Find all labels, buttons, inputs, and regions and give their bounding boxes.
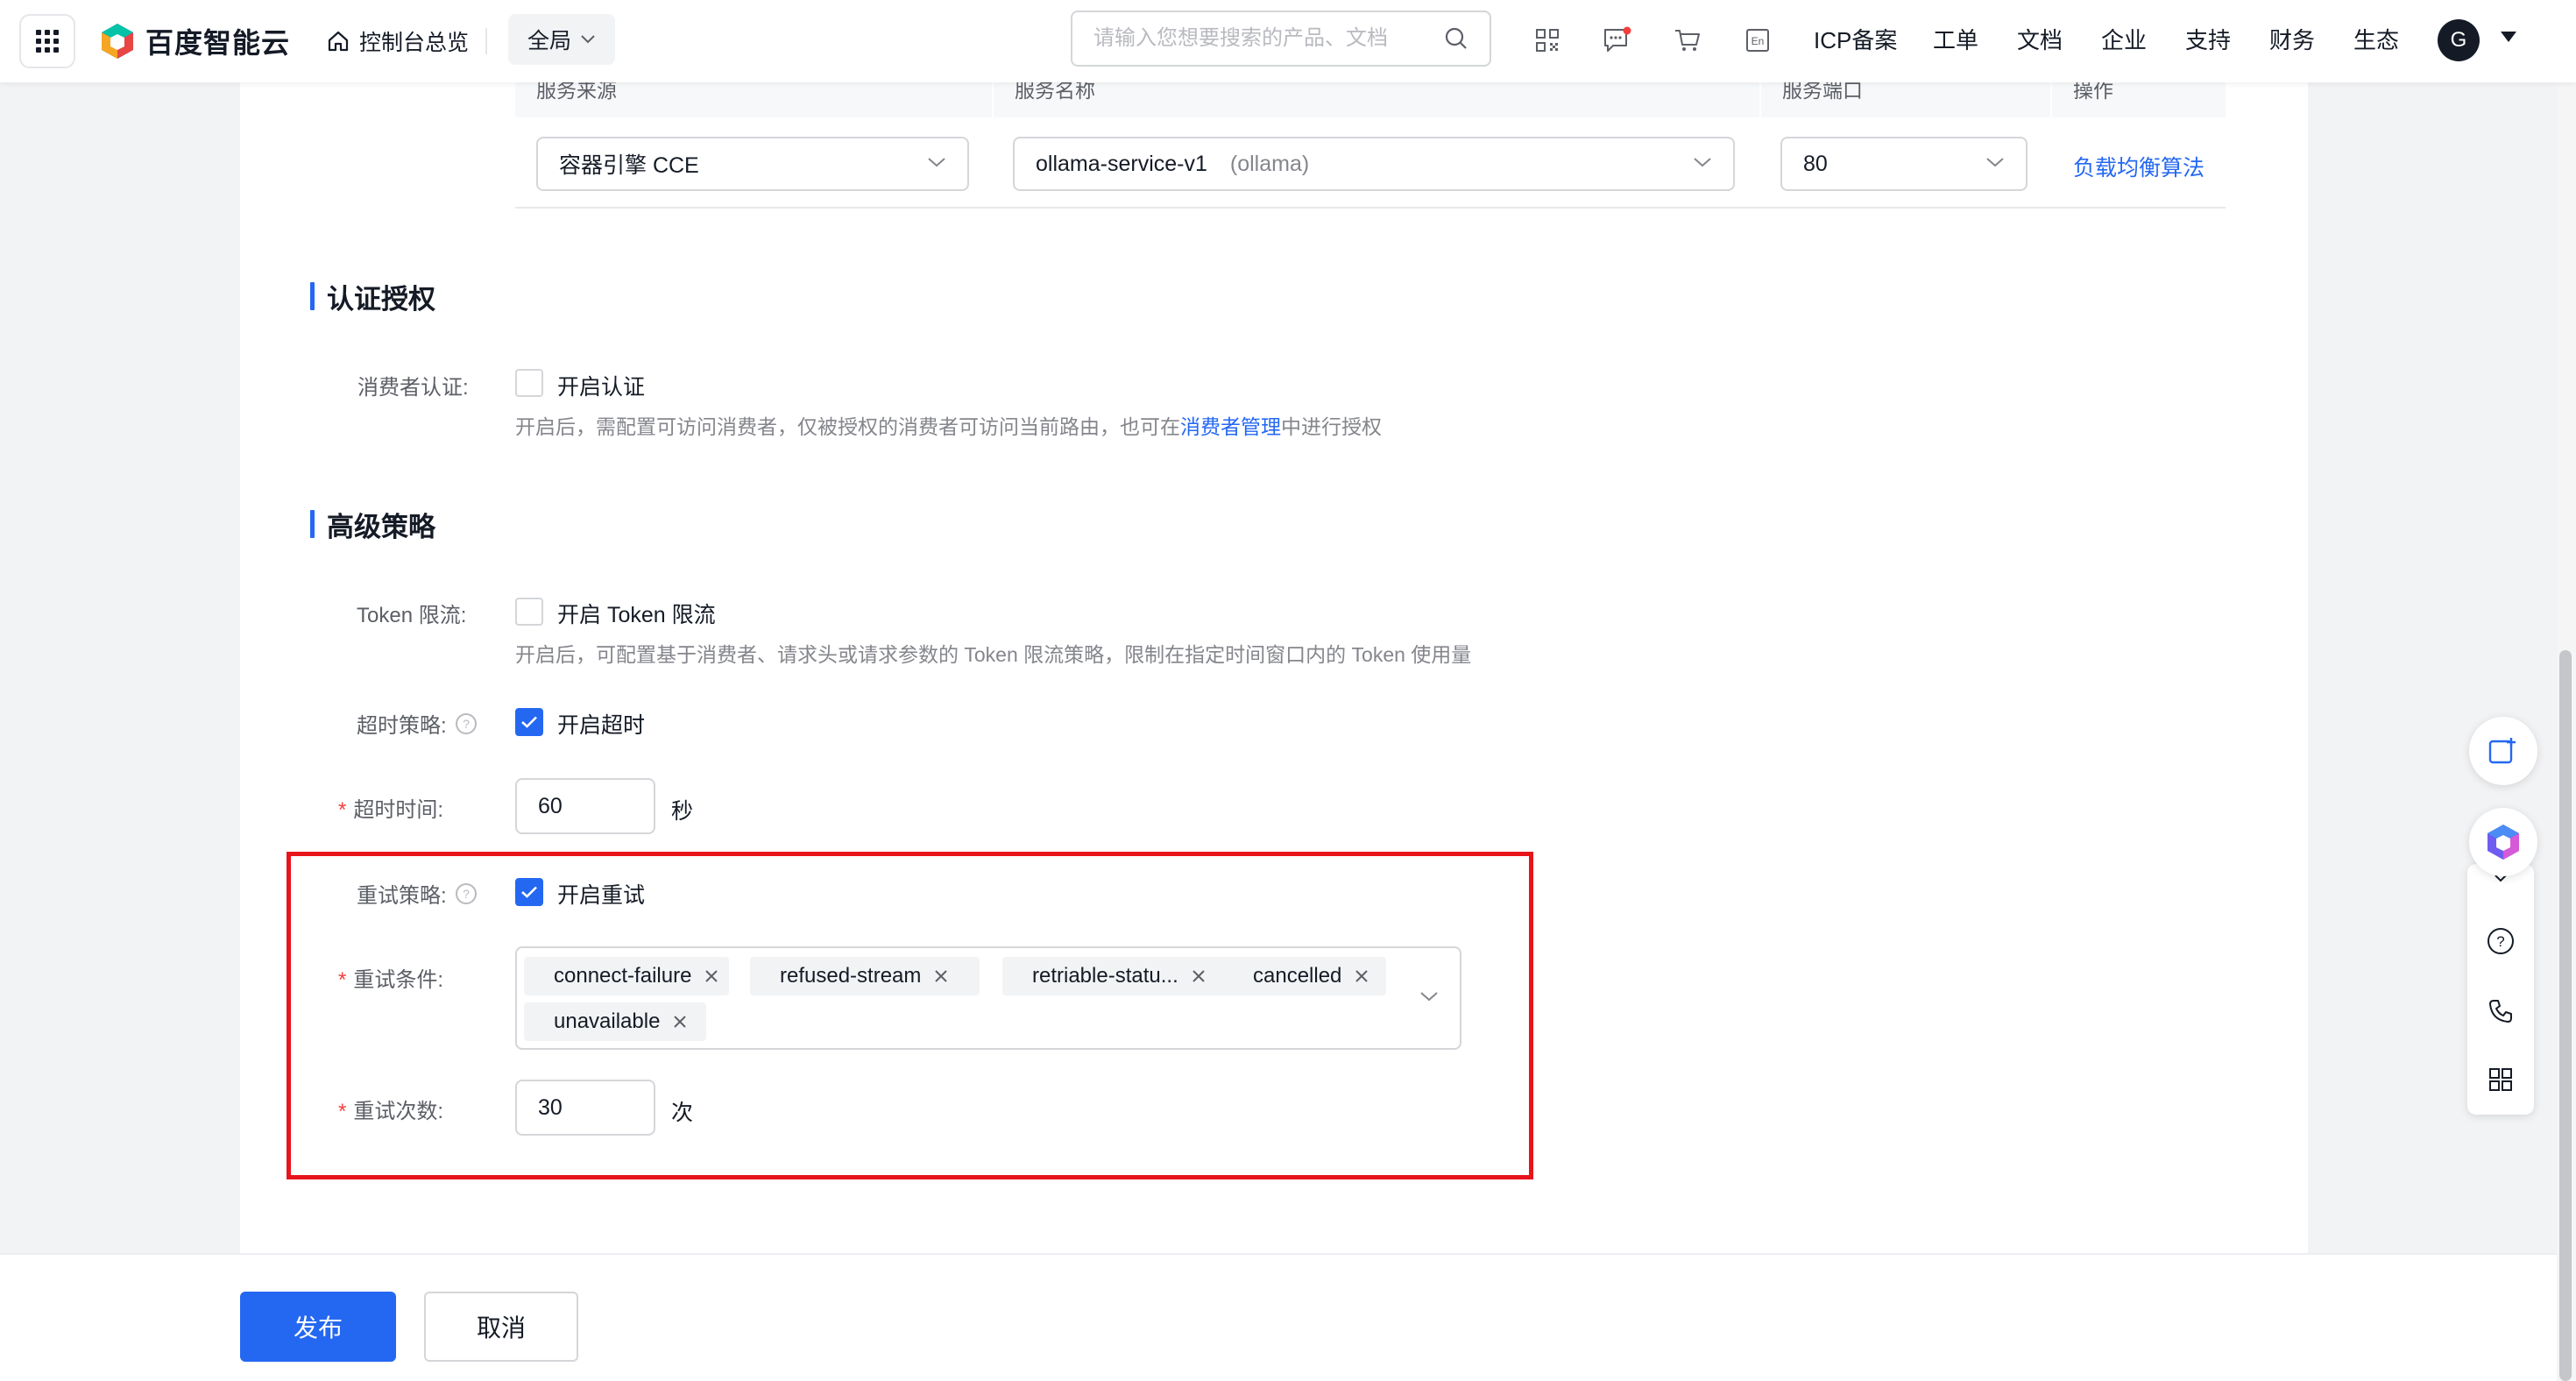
- svg-text:?: ?: [2496, 933, 2504, 950]
- service-port-select[interactable]: 80: [1780, 137, 2028, 191]
- auth-section-title-text: 认证授权: [327, 283, 435, 315]
- timeout-policy-label: 超时策略:: [357, 714, 447, 738]
- language-icon-text: En: [1752, 35, 1765, 47]
- enable-auth-checkbox[interactable]: [515, 369, 543, 397]
- help-circle-icon[interactable]: ?: [2483, 924, 2518, 959]
- region-label: 全局: [527, 29, 571, 53]
- nav-link-support[interactable]: 支持: [2185, 23, 2231, 55]
- token-limit-checkbox[interactable]: [515, 598, 543, 626]
- top-navbar: 百度智能云 控制台总览 全局 请输入您想要搜索的产品、文档 En ICP备案 工…: [0, 0, 2576, 82]
- table-row: 容器引擎 CCE ollama-service-v1 (ollama) 80 负…: [515, 117, 2226, 209]
- advanced-section-title-text: 高级策略: [327, 511, 435, 542]
- section-accent-bar: [310, 282, 315, 310]
- timeout-time-label-group: * 超时时间:: [338, 792, 443, 823]
- token-limit-text[interactable]: 开启 Token 限流: [557, 598, 716, 629]
- required-marker: *: [338, 798, 347, 822]
- service-port-value: 80: [1803, 151, 1828, 176]
- help-circle-icon[interactable]: ?: [454, 712, 478, 736]
- service-name-value: ollama-service-v1: [1036, 151, 1207, 176]
- service-source-select[interactable]: 容器引擎 CCE: [536, 137, 969, 191]
- product-menu-button[interactable]: [19, 14, 75, 68]
- section-accent-bar: [310, 510, 315, 538]
- home-icon: [328, 31, 349, 52]
- timeout-enable-text[interactable]: 开启超时: [557, 708, 645, 740]
- message-icon: [1604, 26, 1631, 52]
- console-overview-link[interactable]: 控制台总览: [326, 21, 469, 61]
- timeout-value-input[interactable]: 60: [515, 778, 655, 834]
- timeout-policy-label-group: 超时策略: ?: [357, 708, 478, 739]
- service-namespace: (ollama): [1229, 151, 1310, 176]
- apps-icon[interactable]: [2483, 1062, 2518, 1097]
- chevron-down-icon: [581, 35, 595, 44]
- check-icon: [521, 716, 537, 728]
- language-button[interactable]: En: [1738, 21, 1777, 60]
- cart-button[interactable]: [1668, 21, 1707, 60]
- service-source-value: 容器引擎 CCE: [559, 153, 699, 178]
- nav-divider: [485, 28, 487, 54]
- nav-link-finance[interactable]: 财务: [2269, 23, 2315, 55]
- consumer-auth-label: 消费者认证:: [357, 376, 469, 400]
- user-menu-caret-icon[interactable]: [2501, 32, 2516, 42]
- messages-button[interactable]: [1598, 21, 1637, 60]
- search-icon[interactable]: [1444, 26, 1468, 51]
- auth-description: 开启后，需配置可访问消费者，仅被授权的消费者可访问当前路由，也可在消费者管理中进…: [515, 410, 1382, 440]
- grid-icon: [36, 30, 59, 53]
- service-name-select[interactable]: ollama-service-v1 (ollama): [1013, 137, 1735, 191]
- nav-link-enterprise[interactable]: 企业: [2101, 23, 2147, 55]
- logo-text: 百度智能云: [145, 27, 291, 59]
- float-tool-panel: ?: [2467, 864, 2534, 1115]
- token-limit-label: Token 限流:: [357, 604, 467, 627]
- qr-code-icon: [1536, 29, 1559, 52]
- token-limit-description: 开启后，可配置基于消费者、请求头或请求参数的 Token 限流策略，限制在指定时…: [515, 643, 1472, 666]
- feedback-icon: [2488, 738, 2516, 764]
- chevron-down-icon: [1694, 158, 1711, 167]
- ai-assistant-float-button[interactable]: [2469, 808, 2537, 876]
- consumer-management-link[interactable]: 消费者管理: [1180, 415, 1281, 438]
- nav-link-ecosystem[interactable]: 生态: [2353, 23, 2399, 55]
- cart-icon: [1675, 30, 1700, 51]
- chevron-down-icon: [1986, 158, 2004, 167]
- highlight-box: [287, 852, 1533, 1179]
- load-balance-link[interactable]: 负载均衡算法: [2073, 151, 2204, 182]
- user-avatar[interactable]: G: [2438, 19, 2480, 61]
- timeout-unit: 秒: [671, 799, 694, 824]
- qr-code-button[interactable]: [1528, 21, 1567, 60]
- console-overview-label: 控制台总览: [359, 31, 470, 55]
- auth-section-title: 认证授权: [310, 279, 435, 315]
- enable-auth-text[interactable]: 开启认证: [557, 370, 645, 401]
- logo-icon: [102, 24, 133, 59]
- feedback-float-button[interactable]: [2469, 717, 2537, 785]
- timeout-time-label: 超时时间:: [353, 798, 444, 822]
- ai-assistant-icon: [2488, 825, 2519, 860]
- nav-link-icp[interactable]: ICP备案: [1814, 23, 1897, 55]
- form-footer: 发布 取消: [0, 1253, 2560, 1381]
- region-selector[interactable]: 全局: [508, 14, 615, 65]
- nav-link-ticket[interactable]: 工单: [1933, 23, 1978, 55]
- cancel-button[interactable]: 取消: [424, 1292, 578, 1362]
- global-search[interactable]: [1071, 11, 1491, 67]
- phone-icon[interactable]: [2483, 994, 2518, 1029]
- auth-desc-prefix: 开启后，需配置可访问消费者，仅被授权的消费者可访问当前路由，也可在: [515, 415, 1180, 438]
- publish-button[interactable]: 发布: [240, 1292, 396, 1362]
- language-icon: En: [1746, 29, 1769, 52]
- baidu-cloud-logo[interactable]: 百度智能云: [100, 19, 290, 63]
- timeout-checkbox[interactable]: [515, 708, 543, 736]
- svg-text:?: ?: [463, 717, 470, 731]
- nav-link-docs[interactable]: 文档: [2017, 23, 2063, 55]
- search-input[interactable]: [1093, 26, 1444, 51]
- chevron-down-icon: [928, 158, 945, 167]
- auth-desc-suffix: 中进行授权: [1281, 415, 1382, 438]
- scrollbar-thumb[interactable]: [2559, 650, 2572, 1381]
- advanced-section-title: 高级策略: [310, 506, 435, 542]
